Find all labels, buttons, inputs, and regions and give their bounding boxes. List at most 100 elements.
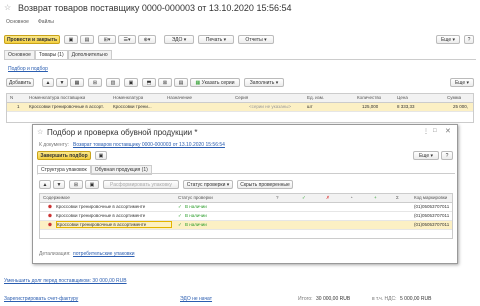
create-button[interactable]: ⊕▾ (138, 35, 156, 44)
related-button[interactable]: ⊞▾ (98, 35, 116, 44)
row-code: (01)05053707011 (414, 222, 450, 227)
row-content: Кроссовки тренировочные в ассортименте (56, 221, 172, 228)
row-n: 1 (17, 104, 20, 109)
pack-table: Содержимое Статус проверки ? ✓ ✗ ◔ + Σ К… (39, 193, 453, 239)
vat-value: 5 000,00 RUB (400, 296, 432, 302)
row-qty: 125,000 (362, 104, 379, 109)
print-button[interactable]: Печать ▾ (198, 35, 234, 44)
tabs-divider (4, 59, 476, 60)
doc-ref-link[interactable]: Возврат товаров поставщику 0000-000003 о… (73, 142, 225, 148)
post-close-button[interactable]: Провести и закрыть (4, 35, 60, 44)
add-button[interactable]: Добавить (6, 78, 34, 87)
dialog-close-icon[interactable]: ✕ (445, 127, 451, 135)
table-row[interactable]: ⬟ Кроссовки тренировочные в ассортименте… (40, 212, 452, 221)
table-row[interactable]: ⬟ Кроссовки тренировочные в ассортименте… (40, 221, 452, 230)
dialog-toolbar: ▲ ▼ ⊞ ▣ Расформировать упаковку Статус п… (39, 180, 439, 190)
finish-selection-button[interactable]: Завершить подбор (37, 151, 91, 160)
total-label: Итого: (298, 296, 313, 302)
scanner-button[interactable]: ▣ (124, 78, 138, 87)
col-add-icon: + (374, 195, 377, 200)
row-unit: шт (307, 104, 313, 109)
structure-icon[interactable]: ⊞ (69, 180, 83, 189)
fill-button-1[interactable]: ▦ (70, 78, 84, 87)
fill-button[interactable]: Заполнить ▾ (244, 78, 284, 87)
goods-more-button[interactable]: Еще ▾ (450, 78, 474, 87)
dialog-help-button[interactable]: ? (441, 151, 453, 160)
goods-table: N Номенклатура поставщика Номенклатура Н… (6, 93, 474, 123)
row-content: Кроссовки тренировочные в ассортименте (56, 213, 146, 218)
col-ok-icon: ✓ (302, 195, 306, 200)
selection-link[interactable]: Подбор и подбор (8, 66, 48, 72)
col-check-status: Статус проверки (178, 195, 213, 200)
reports-button[interactable]: Отчеты ▾ (238, 35, 274, 44)
goods-more-label: Еще (454, 79, 466, 86)
reports-label: Отчеты (245, 36, 263, 43)
move-down-button[interactable]: ▼ (56, 78, 68, 87)
edo-status-link[interactable]: ЭДО не начат (180, 296, 212, 302)
hide-checked-button[interactable]: Скрыть проверенные (237, 180, 293, 189)
goods-table-header: N Номенклатура поставщика Номенклатура Н… (7, 94, 473, 103)
col-qty: Количество (357, 95, 382, 100)
move-up-button[interactable]: ▲ (42, 78, 54, 87)
col-sum-icon: Σ (396, 195, 399, 200)
goods-toolbar: Добавить ▲ ▼ ▦ ⊞ ▥ ▣ ⬒ ⊠ ▤ ▦ Указать сер… (6, 78, 474, 88)
register-invoice-link[interactable]: Зарегистрировать счет-фактуру (4, 296, 78, 302)
col-supplier-item: Номенклатура поставщика (29, 95, 86, 100)
dialog-maximize-icon[interactable]: □ (433, 128, 437, 134)
check-status-label: Статус проверки (186, 181, 226, 188)
dialog-star-icon[interactable]: ☆ (37, 128, 43, 136)
move-down-icon[interactable]: ▼ (53, 180, 65, 189)
dialog-save-button[interactable]: ▣ (95, 151, 107, 160)
row-item: Кроссовки трени... (113, 104, 152, 109)
pack-table-header: Содержимое Статус проверки ? ✓ ✗ ◔ + Σ К… (40, 194, 452, 203)
move-up-icon[interactable]: ▲ (39, 180, 51, 189)
row-status: В наличии (185, 204, 207, 209)
row-supplier-item: Кроссовки тренировочные в ассорт. (29, 104, 104, 109)
more-button[interactable]: Еще ▾ (436, 35, 460, 44)
pack-icon[interactable]: ▣ (85, 180, 99, 189)
mark-button[interactable]: ⊠ (158, 78, 172, 87)
status-ok-icon: ✓ (178, 222, 182, 227)
reduce-debt-link[interactable]: Уменьшить долг перед поставщиком: 30 000… (4, 278, 127, 284)
col-unknown-icon: ? (276, 195, 279, 200)
nav-tab-main[interactable]: Основное (6, 19, 29, 25)
dialog-title: Подбор и проверка обувной продукции * (47, 128, 198, 137)
set-series-label: Указать серии (201, 79, 235, 86)
shoe-button[interactable]: ⬒ (142, 78, 156, 87)
edo-button[interactable]: ЭДО ▾ (164, 35, 194, 44)
col-content: Содержимое (43, 195, 70, 200)
table-row[interactable]: 1 Кроссовки тренировочные в ассорт. Крос… (7, 103, 473, 112)
fill-label: Заполнить (249, 79, 275, 86)
col-price: Цена (397, 95, 408, 100)
row-status: В наличии (185, 222, 207, 227)
nav-tab-files[interactable]: Файлы (38, 19, 54, 25)
shoe-icon: ⬟ (48, 222, 52, 227)
row-code: (01)05053707011 (414, 213, 450, 218)
dialog-tabs-divider (37, 173, 455, 174)
set-series-button[interactable]: ▦ Указать серии (190, 78, 240, 87)
detail-link[interactable]: потребительские упаковки (73, 251, 135, 257)
list-button[interactable]: ☰▾ (118, 35, 136, 44)
pick-button[interactable]: ⊞ (88, 78, 102, 87)
post-button[interactable]: ▤ (80, 35, 94, 44)
dialog-more-label: Еще (418, 152, 430, 159)
table-row[interactable]: ⬟ Кроссовки тренировочные в ассортименте… (40, 203, 452, 212)
disband-button[interactable]: Расформировать упаковку (103, 180, 179, 189)
check-status-button[interactable]: Статус проверки ▾ (183, 180, 233, 189)
col-series: Серия (235, 95, 249, 100)
col-pending-icon: ◔ (350, 195, 353, 200)
print-label: Печать (205, 36, 223, 43)
doc-button[interactable]: ▤ (174, 78, 188, 87)
dialog-menu-icon[interactable]: ⋮ (423, 128, 429, 135)
more-label: Еще (440, 36, 452, 43)
help-button[interactable]: ? (464, 35, 474, 44)
shoe-icon: ⬟ (48, 213, 52, 218)
shoe-icon: ⬟ (48, 204, 52, 209)
dialog-more-button[interactable]: Еще ▾ (413, 151, 439, 160)
barcode-button[interactable]: ▥ (106, 78, 120, 87)
col-item: Номенклатура (113, 95, 144, 100)
detail-label: Детализация: (39, 251, 71, 257)
row-series: <серии не указаны> (249, 104, 292, 109)
save-button[interactable]: ▣ (64, 35, 78, 44)
star-icon[interactable]: ☆ (4, 3, 11, 12)
